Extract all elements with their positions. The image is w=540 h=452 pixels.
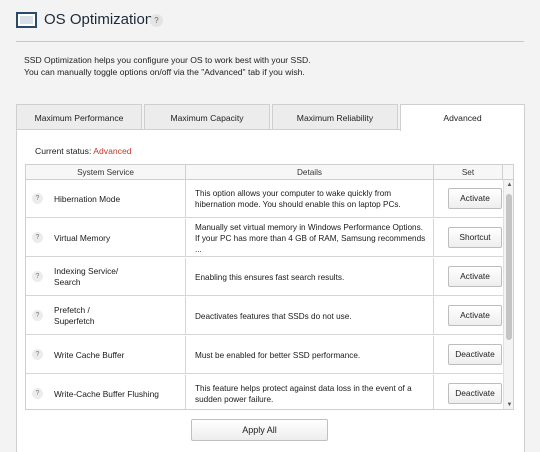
monitor-icon	[16, 12, 37, 28]
table-scrollbar[interactable]: ▲ ▼	[503, 180, 513, 409]
set-cell: Activate	[434, 297, 503, 335]
service-name: Write Cache Buffer	[54, 349, 125, 360]
header-set: Set	[434, 165, 503, 180]
service-details: Manually set virtual memory in Windows P…	[195, 222, 426, 254]
service-name: Hibernation Mode	[54, 193, 121, 204]
service-cell: ? Virtual Memory	[26, 219, 186, 257]
service-cell: ? Write-Cache Buffer Flushing	[26, 375, 186, 409]
details-cell: Manually set virtual memory in Windows P…	[186, 219, 434, 257]
service-cell: ? Prefetch / Superfetch	[26, 297, 186, 335]
details-cell: Enabling this ensures fast search result…	[186, 258, 434, 296]
service-details: This feature helps protect against data …	[195, 384, 412, 404]
intro-line-2: You can manually toggle options on/off v…	[24, 67, 305, 77]
set-cell: Deactivate	[434, 375, 503, 409]
status-value: Advanced	[93, 146, 132, 156]
activate-prefetch-button[interactable]: Activate	[448, 305, 502, 326]
tab-maximum-capacity[interactable]: Maximum Capacity	[144, 104, 270, 130]
status-label: Current status:	[35, 146, 92, 156]
details-cell: Deactivates features that SSDs do not us…	[186, 297, 434, 335]
service-details: Deactivates features that SSDs do not us…	[195, 311, 352, 321]
page-title: OS Optimization	[44, 11, 154, 28]
details-cell: This feature helps protect against data …	[186, 375, 434, 409]
set-cell: Shortcut	[434, 219, 503, 257]
table-row: ? Prefetch / Superfetch Deactivates feat…	[26, 297, 503, 335]
activate-hibernation-button[interactable]: Activate	[448, 188, 502, 209]
header: OS Optimization ?	[0, 0, 540, 42]
intro-text: SSD Optimization helps you configure you…	[24, 54, 524, 78]
service-details: This option allows your computer to wake…	[195, 189, 401, 209]
intro-line-1: SSD Optimization helps you configure you…	[24, 55, 311, 65]
tab-bar: Maximum Performance Maximum Capacity Max…	[16, 104, 525, 131]
help-icon[interactable]: ?	[32, 310, 43, 321]
scroll-up-arrow-icon[interactable]: ▲	[504, 180, 513, 190]
header-details: Details	[186, 165, 434, 180]
virtual-memory-shortcut-button[interactable]: Shortcut	[448, 227, 502, 248]
table-row: ? Virtual Memory Manually set virtual me…	[26, 219, 503, 257]
service-cell: ? Hibernation Mode	[26, 180, 186, 218]
apply-all-button[interactable]: Apply All	[191, 419, 328, 441]
advanced-panel: Current status: Advanced System Service …	[16, 129, 525, 452]
current-status: Current status: Advanced	[35, 146, 132, 156]
services-table: System Service Details Set ? Hibernation…	[25, 164, 514, 410]
service-name: Write-Cache Buffer Flushing	[54, 388, 159, 399]
help-icon[interactable]: ?	[32, 388, 43, 399]
help-icon[interactable]: ?	[32, 271, 43, 282]
service-name: Virtual Memory	[54, 232, 111, 243]
table-row: ? Indexing Service/ Search Enabling this…	[26, 258, 503, 296]
set-cell: Deactivate	[434, 336, 503, 374]
set-cell: Activate	[434, 258, 503, 296]
service-name: Prefetch / Superfetch	[54, 305, 95, 326]
header-system-service: System Service	[26, 165, 186, 180]
tab-advanced[interactable]: Advanced	[400, 104, 525, 131]
service-details: Must be enabled for better SSD performan…	[195, 350, 361, 360]
table-row: ? Hibernation Mode This option allows yo…	[26, 180, 503, 218]
service-details: Enabling this ensures fast search result…	[195, 272, 345, 282]
deactivate-write-cache-button[interactable]: Deactivate	[448, 344, 502, 365]
tab-maximum-performance[interactable]: Maximum Performance	[16, 104, 142, 130]
service-cell: ? Indexing Service/ Search	[26, 258, 186, 296]
tab-maximum-reliability[interactable]: Maximum Reliability	[272, 104, 398, 130]
help-icon[interactable]: ?	[32, 349, 43, 360]
activate-indexing-button[interactable]: Activate	[448, 266, 502, 287]
table-header: System Service Details Set	[26, 165, 513, 180]
set-cell: Activate	[434, 180, 503, 218]
scroll-thumb[interactable]	[506, 194, 512, 340]
service-name: Indexing Service/ Search	[54, 266, 119, 287]
service-cell: ? Write Cache Buffer	[26, 336, 186, 374]
table-row: ? Write-Cache Buffer Flushing This featu…	[26, 375, 503, 409]
header-divider	[16, 41, 524, 42]
details-cell: This option allows your computer to wake…	[186, 180, 434, 218]
help-icon[interactable]: ?	[150, 14, 163, 27]
deactivate-buffer-flushing-button[interactable]: Deactivate	[448, 383, 502, 404]
scroll-down-arrow-icon[interactable]: ▼	[504, 400, 513, 409]
help-icon[interactable]: ?	[32, 232, 43, 243]
details-cell: Must be enabled for better SSD performan…	[186, 336, 434, 374]
table-row: ? Write Cache Buffer Must be enabled for…	[26, 336, 503, 374]
help-icon[interactable]: ?	[32, 193, 43, 204]
